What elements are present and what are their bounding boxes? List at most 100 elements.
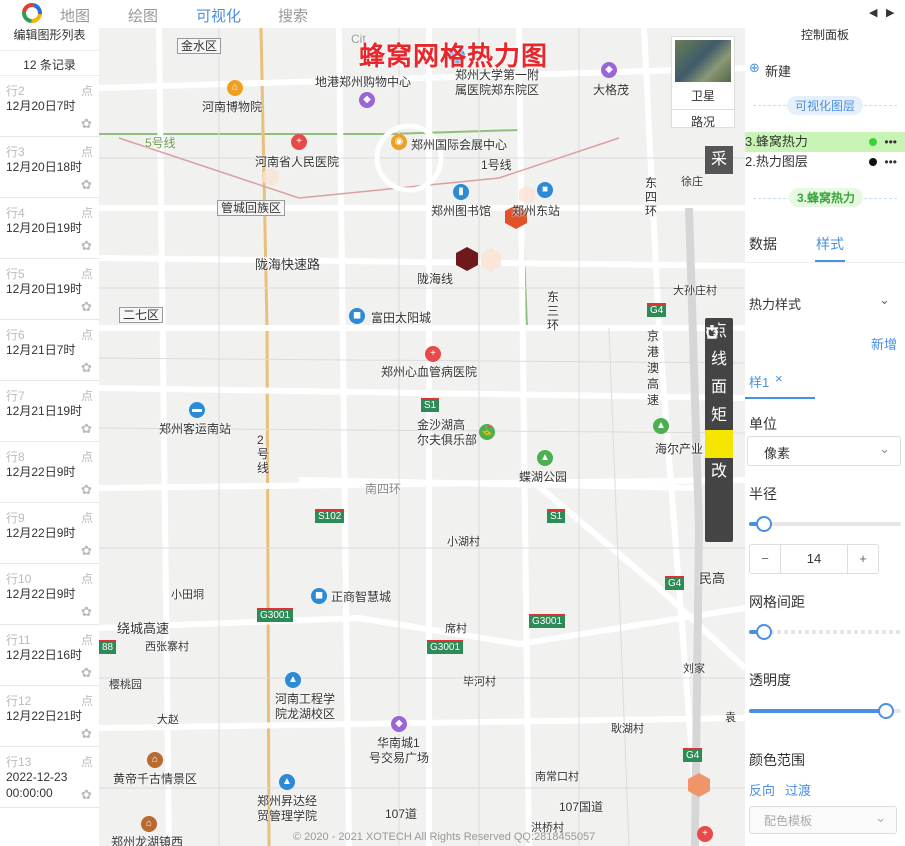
- park-poi-icon: ▲: [653, 418, 669, 434]
- transition-button[interactable]: 过渡: [785, 780, 811, 799]
- map-type-switch[interactable]: 卫星 路况: [671, 36, 735, 130]
- chevron-down-icon[interactable]: ⌄: [879, 292, 890, 308]
- edit-button[interactable]: 改: [705, 458, 733, 486]
- satellite-thumbnail[interactable]: [675, 40, 731, 82]
- gear-icon[interactable]: ✿: [81, 727, 93, 740]
- reverse-button[interactable]: 反向: [749, 780, 775, 799]
- map-label: 富田太阳城: [371, 311, 432, 325]
- trash-icon[interactable]: [705, 325, 733, 514]
- grid-spacing-slider[interactable]: [749, 624, 901, 644]
- unit-select[interactable]: 像素 ⌄: [747, 436, 901, 466]
- radius-stepper[interactable]: − 14 +: [749, 544, 879, 574]
- map-label: 二七区: [119, 307, 164, 323]
- map-label: 南常口村: [535, 771, 579, 783]
- list-item[interactable]: 行10 点 12月22日9时 ✿: [0, 564, 99, 625]
- map-label: 海尔产业: [655, 442, 704, 456]
- row-time: 12月20日19时: [6, 282, 83, 296]
- scenic-poi-icon: ⌂: [141, 816, 157, 832]
- list-item[interactable]: 行11 点 12月22日16时 ✿: [0, 625, 99, 686]
- map-canvas[interactable]: 金水区 Cit 地港郑州购物中心 河南博物院 郑州大学第一附 属医院郑东院区 大…: [99, 28, 745, 846]
- list-item[interactable]: 行2 点 12月20日7时 ✿: [0, 76, 99, 137]
- tab-visualize[interactable]: 可视化: [196, 5, 241, 26]
- tab-data[interactable]: 数据: [749, 234, 777, 254]
- comment-icon[interactable]: [705, 325, 733, 458]
- palette-select[interactable]: 配色模板 ⌄: [749, 806, 897, 834]
- list-item[interactable]: 行5 点 12月20日19时 ✿: [0, 259, 99, 320]
- museum-poi-icon: ⌂: [227, 80, 243, 96]
- gear-icon[interactable]: ✿: [81, 422, 93, 435]
- draw-rect-button[interactable]: 矩: [705, 402, 733, 430]
- list-item[interactable]: 行9 点 12月22日9时 ✿: [0, 503, 99, 564]
- collect-button[interactable]: 采: [705, 146, 733, 174]
- tab-style[interactable]: 样式: [816, 234, 844, 254]
- visible-dot-icon[interactable]: [869, 138, 877, 146]
- gear-icon[interactable]: ✿: [81, 666, 93, 679]
- active-layer-pill: 3.蜂窝热力: [789, 188, 864, 207]
- add-style-button[interactable]: 新增: [871, 334, 897, 353]
- draw-polygon-button[interactable]: 面: [705, 374, 733, 402]
- map-label: 大格茂: [593, 83, 630, 97]
- layer-item-heat[interactable]: 2.热力图层 •••: [745, 152, 905, 172]
- slider-knob[interactable]: [756, 516, 772, 532]
- row-id: 行3: [6, 145, 25, 159]
- shape-list-panel: 编辑图形列表 12 条记录 行2 点 12月20日7时 ✿ 行3 点 12月20日18时 ✿ 行…: [0, 28, 100, 846]
- map-label: 小湖村: [447, 536, 480, 548]
- prev-arrow-icon[interactable]: ◀: [869, 6, 877, 19]
- decrement-button[interactable]: −: [750, 545, 781, 573]
- map-label: 107道: [385, 807, 418, 821]
- row-time: 12月21日7时: [6, 343, 76, 357]
- list-item[interactable]: 行6 点 12月21日7时 ✿: [0, 320, 99, 381]
- gear-icon[interactable]: ✿: [81, 361, 93, 374]
- gear-icon[interactable]: ✿: [81, 178, 93, 191]
- style-tab[interactable]: 样1: [749, 372, 769, 391]
- gear-icon[interactable]: ✿: [81, 544, 93, 557]
- map-label: 贸管理学院: [257, 809, 318, 823]
- gear-icon[interactable]: ✿: [81, 117, 93, 130]
- tab-search[interactable]: 搜索: [278, 5, 308, 26]
- list-item[interactable]: 行7 点 12月21日19时 ✿: [0, 381, 99, 442]
- row-id: 行7: [6, 389, 25, 403]
- row-time: 12月20日18时: [6, 160, 83, 174]
- shopping-poi-icon: ◆: [601, 62, 617, 78]
- close-icon[interactable]: ×: [775, 371, 783, 386]
- layer-name: 3.蜂窝热力: [745, 134, 808, 149]
- gear-icon[interactable]: ✿: [81, 788, 93, 801]
- unit-label: 单位: [749, 416, 777, 432]
- radius-slider[interactable]: [749, 516, 901, 536]
- list-item[interactable]: 行3 点 12月20日18时 ✿: [0, 137, 99, 198]
- traffic-button[interactable]: 路况: [672, 109, 734, 130]
- satellite-button[interactable]: 卫星: [672, 87, 734, 104]
- next-arrow-icon[interactable]: ▶: [886, 6, 894, 19]
- plus-icon[interactable]: ⊕: [749, 60, 760, 76]
- increment-button[interactable]: +: [847, 545, 878, 573]
- slider-knob[interactable]: [756, 624, 772, 640]
- more-icon[interactable]: •••: [884, 152, 897, 172]
- gear-icon[interactable]: ✿: [81, 605, 93, 618]
- list-item[interactable]: 行4 点 12月20日19时 ✿: [0, 198, 99, 259]
- list-item[interactable]: 行8 点 12月22日9时 ✿: [0, 442, 99, 503]
- slider-knob[interactable]: [878, 703, 894, 719]
- draw-line-button[interactable]: 线: [705, 346, 733, 374]
- more-icon[interactable]: •••: [884, 132, 897, 152]
- map-label: 陇海线: [417, 272, 454, 286]
- tab-map[interactable]: 地图: [60, 5, 90, 26]
- shape-list: 行2 点 12月20日7时 ✿ 行3 点 12月20日18时 ✿ 行4 点 12月20日19时 ✿ 行5…: [0, 76, 99, 808]
- power-icon[interactable]: [705, 325, 733, 542]
- gear-icon[interactable]: ✿: [81, 239, 93, 252]
- gear-icon[interactable]: ✿: [81, 483, 93, 496]
- row-time: 12月20日7时: [6, 99, 76, 113]
- grid-spacing-label: 网格间距: [749, 594, 805, 610]
- map-label: 西张寨村: [145, 641, 189, 653]
- tab-draw[interactable]: 绘图: [128, 5, 158, 26]
- opacity-slider[interactable]: [749, 703, 901, 723]
- visible-dot-icon[interactable]: [869, 158, 877, 166]
- list-item[interactable]: 行13 点 2022-12-23 00:00:00 ✿: [0, 747, 99, 808]
- radius-input[interactable]: 14: [780, 545, 848, 573]
- layer-item-hex[interactable]: 3.蜂窝热力 •••: [745, 132, 905, 152]
- golf-poi-icon: ⛳: [479, 424, 495, 440]
- row-id: 行12: [6, 694, 32, 708]
- new-button[interactable]: 新建: [765, 61, 791, 80]
- row-type: 点: [80, 328, 93, 342]
- list-item[interactable]: 行12 点 12月22日21时 ✿: [0, 686, 99, 747]
- gear-icon[interactable]: ✿: [81, 300, 93, 313]
